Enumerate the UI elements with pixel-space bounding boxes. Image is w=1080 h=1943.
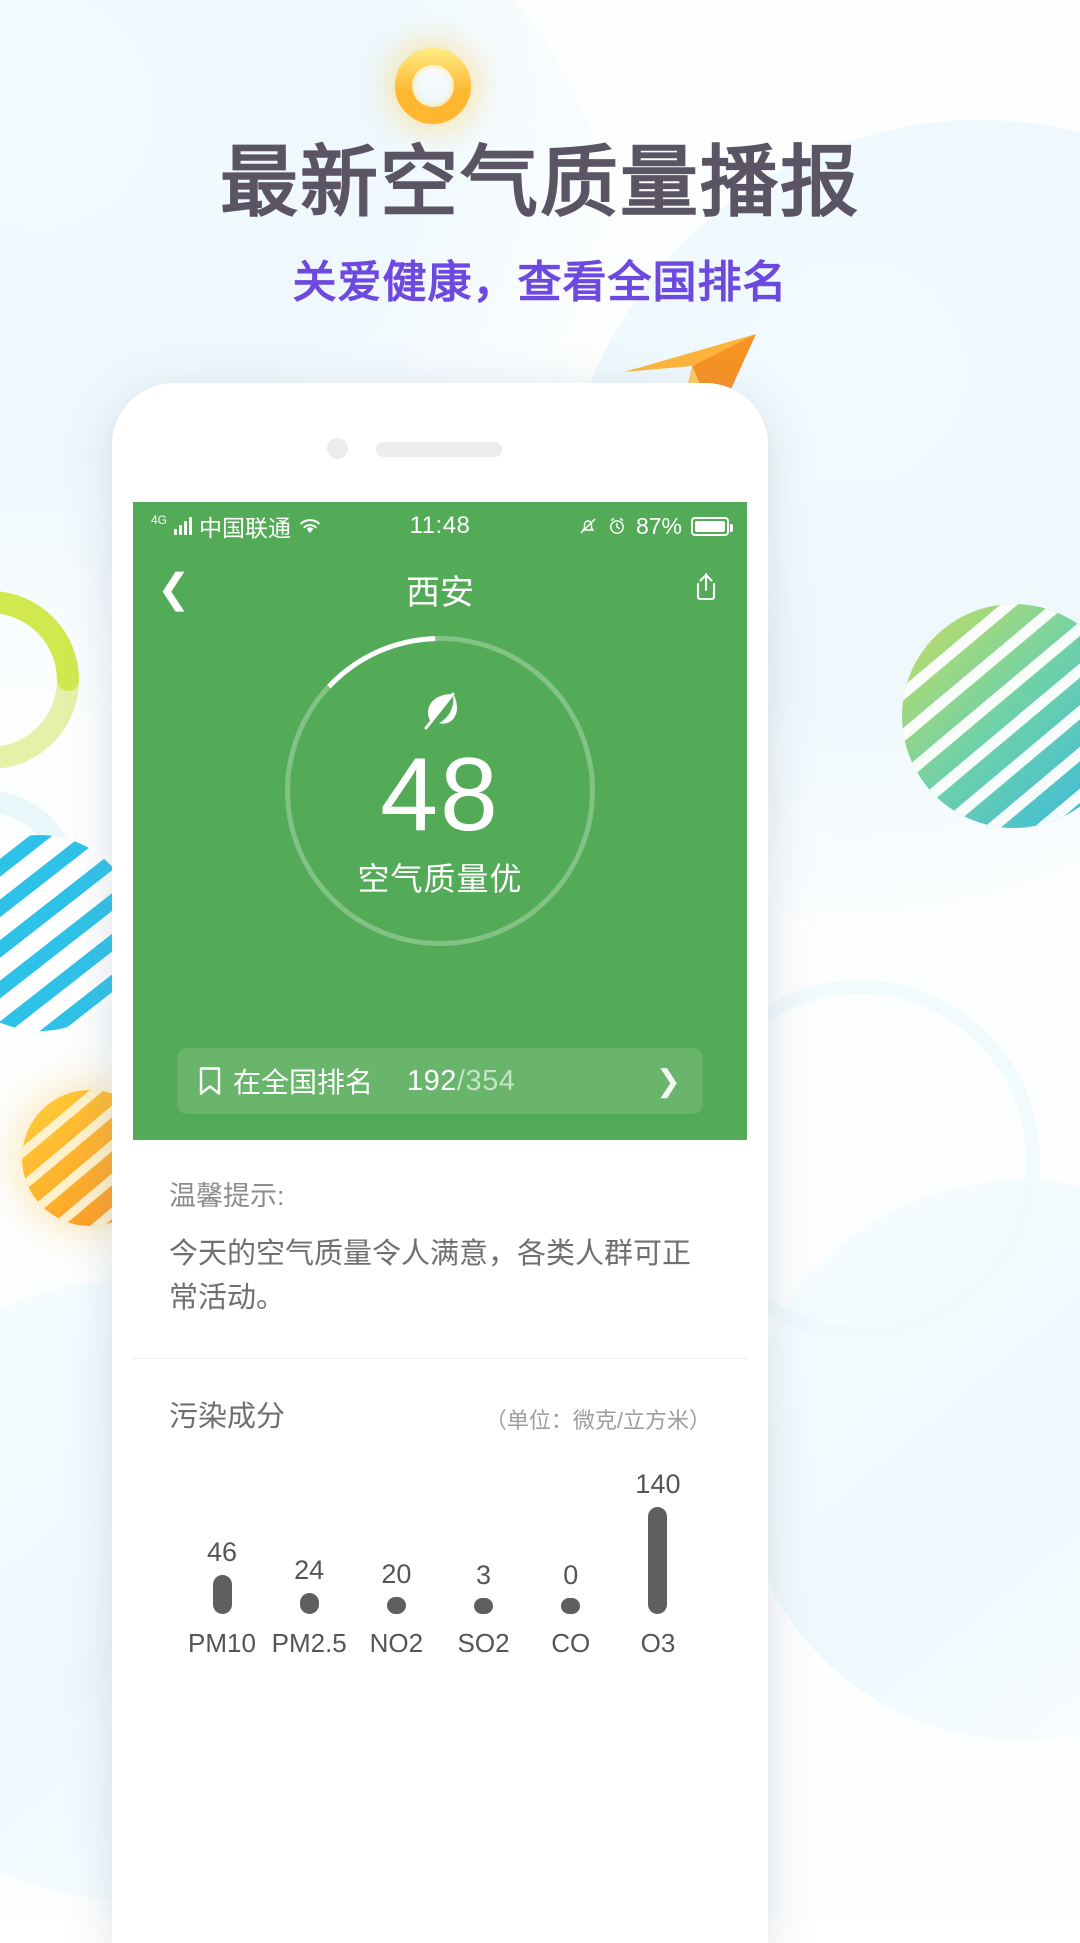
pollution-bar-item: 3 SO2 (441, 1469, 527, 1659)
pollution-bar (474, 1598, 494, 1614)
tips-title: 温馨提示: (169, 1181, 285, 1211)
chevron-right-icon[interactable]: ❯ (656, 1064, 681, 1099)
leaf-icon (424, 692, 457, 730)
pollution-bar-item: 20 NO2 (353, 1469, 439, 1659)
pollution-bar-value: 140 (635, 1469, 681, 1499)
aqi-gauge: 48 空气质量优 (133, 628, 747, 1048)
rank-position: 192 (407, 1064, 457, 1097)
rank-value: 192/354 (407, 1065, 515, 1098)
pollution-bar-label: CO (551, 1628, 591, 1658)
pollution-bar (386, 1596, 406, 1614)
pollution-bar-label: NO2 (369, 1628, 424, 1658)
pollution-bar-label: PM10 (188, 1628, 256, 1658)
pollution-bar-item: 140 O3 (615, 1469, 701, 1659)
sun-ring-icon (395, 48, 471, 124)
tips-body: 今天的空气质量令人满意，各类人群可正常活动。 (169, 1238, 692, 1314)
pollution-bar-label: PM2.5 (271, 1628, 347, 1658)
status-bar-right: 87% (578, 512, 733, 540)
city-title: 西安 (406, 573, 474, 612)
battery-percent-label: 87% (635, 512, 682, 539)
pollution-bar-value: 0 (563, 1560, 579, 1590)
pollution-bar-label: O3 (640, 1628, 676, 1658)
national-rank-row[interactable]: 在全国排名 192/354 ❯ (177, 1048, 703, 1114)
bell-mute-icon (580, 518, 596, 534)
rank-label: 在全国排名 (233, 1067, 374, 1098)
bg-disc-gradient-right (902, 604, 1080, 828)
battery-fill (695, 520, 725, 532)
pollution-bar-item: 24 PM2.5 (266, 1469, 352, 1659)
pollution-bar-value: 20 (381, 1558, 412, 1589)
tips-section: 温馨提示: 今天的空气质量令人满意，各类人群可正常活动。 (133, 1140, 747, 1359)
promo-headline-block: 最新空气质量播报 关爱健康，查看全国排名 (0, 140, 1080, 310)
page-title: 最新空气质量播报 (219, 138, 860, 226)
status-bar: 4G 中国联通 11:48 87% (133, 502, 747, 550)
phone-mockup: 4G 中国联通 11:48 87% ❮ 西安 48 空气质量优 在全国排名 19… (112, 383, 768, 1943)
pollution-bar (648, 1507, 668, 1614)
phone-camera-dot (327, 438, 348, 459)
phone-earpiece (376, 442, 502, 457)
pollution-unit-label: （单位：微克/立方米） (484, 1408, 711, 1433)
bookmark-icon (199, 1067, 221, 1095)
alarm-icon (610, 517, 624, 534)
pollution-bar-value: 46 (206, 1536, 238, 1567)
aqi-hero-card: ❮ 西安 48 空气质量优 在全国排名 192/354 ❯ (133, 550, 747, 1140)
pollution-bar (561, 1598, 581, 1614)
phone-screen: 4G 中国联通 11:48 87% ❮ 西安 48 空气质量优 在全国排名 19… (133, 502, 747, 1943)
page-subtitle: 关爱健康，查看全国排名 (292, 258, 788, 308)
pollution-section: 污染成分 （单位：微克/立方米） 46 PM10 24 PM2.5 20 NO2 3 SO2 0… (133, 1359, 747, 1659)
pollution-bar (299, 1593, 319, 1614)
share-icon[interactable] (689, 570, 723, 609)
rank-total: 354 (465, 1064, 516, 1097)
battery-icon (691, 516, 733, 536)
pollution-bar (212, 1574, 232, 1614)
gauge-content: 48 空气质量优 (133, 688, 747, 900)
pollution-bar-item: 0 CO (528, 1469, 614, 1659)
pollution-title: 污染成分 (169, 1401, 286, 1433)
aqi-value: 48 (380, 737, 500, 853)
pollution-bar-item: 46 PM10 (179, 1469, 265, 1659)
app-navbar: ❮ 西安 (133, 550, 747, 628)
aqi-level-label: 空气质量优 (357, 861, 523, 898)
pollution-header: 污染成分 （单位：微克/立方米） (169, 1393, 711, 1435)
pollution-bar-value: 3 (476, 1560, 492, 1590)
pollution-bar-chart: 46 PM10 24 PM2.5 20 NO2 3 SO2 0 CO 140 O3 (169, 1469, 711, 1659)
pollution-bar-value: 24 (294, 1555, 325, 1586)
pollution-bar-label: SO2 (457, 1628, 510, 1658)
